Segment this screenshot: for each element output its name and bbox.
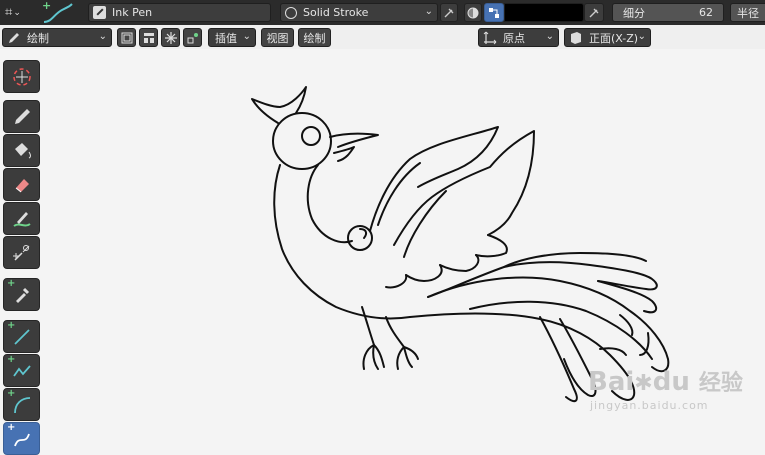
multiframe-button[interactable] <box>117 28 136 47</box>
interpolate-label: 插值 <box>215 31 237 45</box>
bucket-icon <box>14 142 31 158</box>
erase-tool[interactable] <box>3 168 40 201</box>
plane-label: 正面(X-Z) <box>589 31 639 45</box>
toolbar: + + + + + <box>0 56 44 455</box>
brush-name: Ink Pen <box>112 6 153 19</box>
origin-icon <box>483 31 497 44</box>
material-selector[interactable]: Solid Stroke ⌄ <box>280 3 438 22</box>
watermark-cn: 经验 <box>698 371 743 396</box>
plus-icon: + <box>7 422 16 433</box>
watermark-url: jingyan.baidu.com <box>590 399 709 412</box>
svg-text:+: + <box>42 0 51 12</box>
polyline-tool[interactable]: + <box>3 354 40 387</box>
brush-selector[interactable]: Ink Pen <box>88 3 271 22</box>
line-tool[interactable]: + <box>3 320 40 353</box>
cursor-tool[interactable] <box>3 60 40 93</box>
draw-tool[interactable] <box>3 100 40 133</box>
plus-icon: + <box>7 320 16 331</box>
plane-icon <box>571 31 581 44</box>
fill-tool[interactable] <box>3 134 40 167</box>
pin-icon[interactable] <box>584 3 604 22</box>
vertex-color-icon[interactable] <box>464 3 482 22</box>
radius-label: 半径 <box>737 6 759 20</box>
material-sphere-icon <box>285 6 297 19</box>
arc-tool[interactable]: + <box>3 388 40 421</box>
radius-slider[interactable]: 半径 <box>730 3 765 22</box>
stroke-placement-button[interactable] <box>139 28 158 47</box>
subdivision-value: 62 <box>699 6 713 19</box>
drawing-plane-selector[interactable]: 正面(X-Z) ⌄ <box>564 28 651 47</box>
chevron-down-icon: ⌄ <box>424 6 433 17</box>
transform-gizmo-icon: ⌗ <box>5 5 13 20</box>
plus-icon: + <box>7 388 16 399</box>
cutter-tool[interactable] <box>3 236 40 269</box>
subdivision-label: 细分 <box>623 6 645 20</box>
view-menu[interactable]: 视图 <box>261 28 294 47</box>
chevron-down-icon: ⌄ <box>545 31 554 42</box>
draw-label: 绘制 <box>303 31 326 45</box>
gizmo-menu[interactable]: ⌗ ⌄ <box>2 3 32 22</box>
mode-label: 绘制 <box>27 31 49 45</box>
eraser-icon <box>15 178 29 192</box>
cursor-icon <box>12 67 31 86</box>
pin-icon[interactable] <box>440 3 458 22</box>
cutter-icon <box>12 244 29 261</box>
paw-icon: ✱ <box>634 371 653 396</box>
chevron-down-icon: ⌄ <box>13 7 21 18</box>
chevron-down-icon: ⌄ <box>98 31 107 42</box>
tint-brush-icon <box>12 211 31 227</box>
interpolate-menu[interactable]: 插值 ⌄ <box>208 28 256 47</box>
material-name: Solid Stroke <box>303 6 369 19</box>
tint-tool[interactable] <box>3 202 40 235</box>
pencil-icon <box>14 108 30 124</box>
watermark-bai: Bai <box>588 367 635 397</box>
tool-header-bar: 绘制 ⌄ 插值 ⌄ 视图 绘制 原点 ⌄ 正面(X-Z) ⌄ <box>0 25 765 49</box>
watermark-brand: Bai✱du 经验 <box>588 365 743 397</box>
top-header-bar: ⌗ ⌄ + Ink Pen Solid Stroke ⌄ 细分 62 半径 <box>0 0 765 25</box>
watermark-du: du <box>652 367 690 397</box>
guides-button[interactable] <box>183 28 202 47</box>
brush-icon <box>93 6 106 19</box>
chevron-down-icon: ⌄ <box>242 31 251 42</box>
curve-tool[interactable]: + <box>3 422 40 455</box>
eyedropper-tool[interactable]: + <box>3 278 40 311</box>
viewport-canvas[interactable]: Bai✱du 经验 jingyan.baidu.com <box>0 49 765 437</box>
color-swatch[interactable] <box>504 3 584 22</box>
snowflake-icon[interactable] <box>161 28 180 47</box>
pencil-icon <box>9 32 19 43</box>
draw-menu[interactable]: 绘制 <box>298 28 331 47</box>
plus-icon: + <box>7 354 16 365</box>
view-label: 视图 <box>266 31 289 45</box>
active-tool-draw-icon[interactable]: + <box>34 0 78 25</box>
subdivision-slider[interactable]: 细分 62 <box>612 3 724 22</box>
origin-selector[interactable]: 原点 ⌄ <box>478 28 559 47</box>
chevron-down-icon: ⌄ <box>637 31 646 42</box>
origin-label: 原点 <box>503 31 525 45</box>
plus-icon: + <box>7 278 16 289</box>
color-mode-toggle[interactable] <box>484 3 504 22</box>
mode-selector[interactable]: 绘制 ⌄ <box>2 28 112 47</box>
